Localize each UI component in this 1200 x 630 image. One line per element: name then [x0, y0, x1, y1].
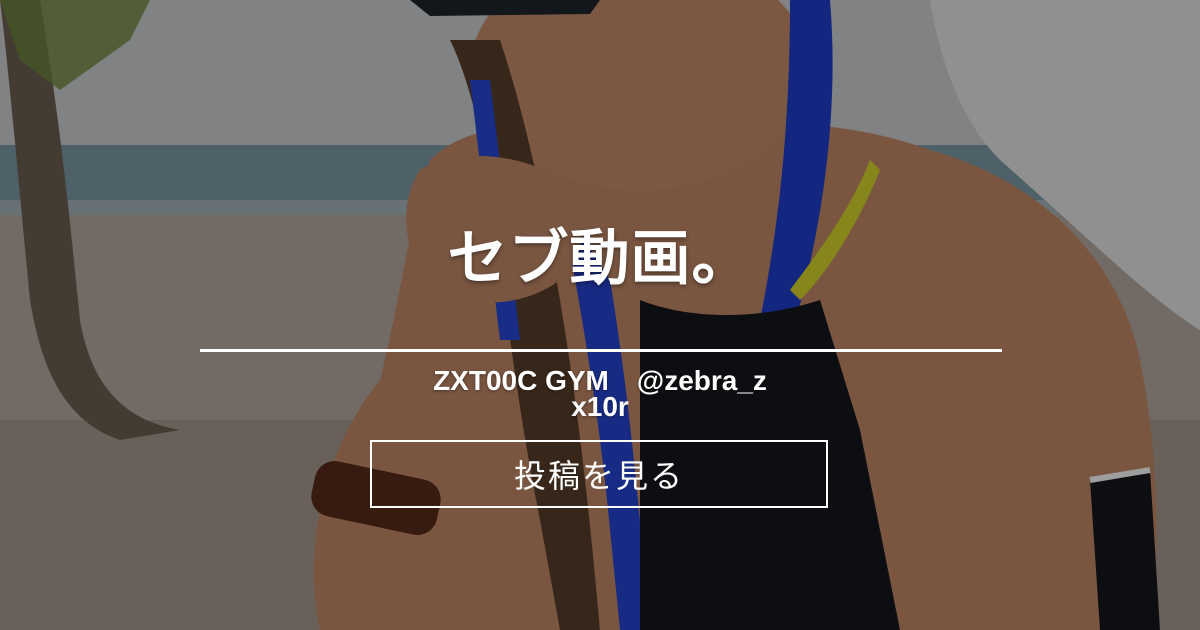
share-card: セブ動画。 ZXT00C GYM @zebra_zx10r 投稿を見る — [0, 0, 1200, 630]
dark-overlay — [0, 0, 1200, 630]
post-title: セブ動画。 — [447, 224, 753, 294]
view-post-button[interactable]: 投稿を見る — [370, 440, 828, 508]
creator-name: ZXT00C GYM @zebra_zx10r — [433, 365, 767, 422]
divider — [200, 349, 1002, 352]
